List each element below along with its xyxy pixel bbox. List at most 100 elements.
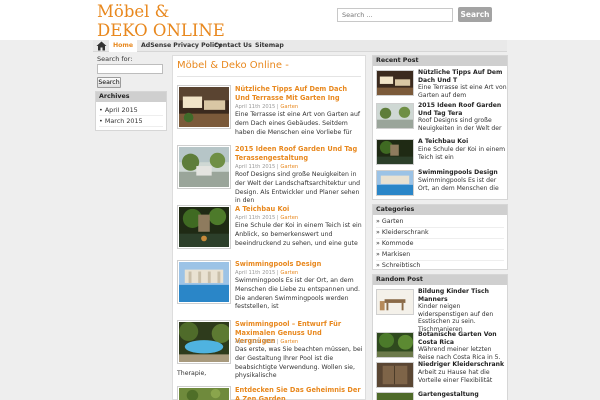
post-date: April 11th 2015	[235, 339, 276, 345]
sidebar-search-button[interactable]: Search	[97, 77, 121, 88]
garden-design-photo	[377, 393, 413, 400]
category-link-kleiderschrank[interactable]: » Kleiderschrank	[376, 228, 504, 239]
random-posts-widget: Random Post Bildung Kinder Tisch Manners…	[372, 274, 508, 400]
random-post-item[interactable]: Botanische Garten Von Costa Rica Während…	[376, 331, 506, 361]
archive-link-march-2015[interactable]: • March 2015	[99, 116, 163, 127]
main-nav: Home AdSense Privacy Policy Contact Us S…	[93, 40, 507, 52]
recent-post-title-link[interactable]: Swimmingpools Design	[418, 169, 506, 177]
categories-widget: Categories » Garten » Kleiderschrank » K…	[372, 204, 508, 272]
post-category-link[interactable]: Garten	[280, 104, 298, 110]
post-date: April 11th 2015	[235, 164, 276, 170]
random-post-thumbnail[interactable]	[376, 392, 414, 400]
recent-post-title-link[interactable]: 2015 Ideen Roof Garden Und Tag Tera	[418, 102, 506, 117]
random-post-item[interactable]: Bildung Kinder Tisch Manners Kinder neig…	[376, 288, 506, 333]
post-date: April 11th 2015	[235, 270, 276, 276]
random-post-title-link[interactable]: Gartengestaltung	[418, 391, 506, 399]
post-title-link[interactable]: 2015 Ideen Roof Garden Und Tag Terasseng…	[235, 145, 363, 162]
archive-label: April 2015	[104, 106, 138, 114]
rooftop-terrace-photo	[179, 87, 229, 127]
post-thumbnail-image[interactable]	[177, 386, 231, 400]
archive-link-april-2015[interactable]: • April 2015	[99, 105, 163, 116]
recent-posts-title: Recent Post	[373, 56, 507, 66]
archives-widget: Archives • April 2015 • March 2015	[95, 91, 167, 131]
post-category-link[interactable]: Garten	[280, 270, 298, 276]
header-search-button[interactable]: Search	[458, 7, 492, 22]
post-thumbnail-image[interactable]	[177, 205, 231, 249]
random-post-title-link[interactable]: Botanische Garten Von Costa Rica	[418, 331, 506, 346]
post-thumbnail-image[interactable]	[177, 320, 231, 364]
site-title[interactable]: Möbel & Deko Online	[97, 2, 257, 40]
post-item: A Teichbau Koi April 11th 2015 | Garten …	[177, 205, 363, 263]
recent-post-thumbnail[interactable]	[376, 103, 414, 129]
post-item: Entdecken Sie Das Geheimnis Der A Zen Ga…	[177, 386, 363, 400]
random-post-item[interactable]: Niedriger Kleiderschrank Arbeit zu Hause…	[376, 361, 506, 391]
nav-item-sitemap[interactable]: Sitemap	[251, 40, 288, 52]
random-post-thumbnail[interactable]	[376, 362, 414, 388]
recent-post-thumbnail[interactable]	[376, 170, 414, 196]
roof-garden-photo	[179, 147, 229, 187]
post-date: April 11th 2015	[235, 104, 276, 110]
post-thumbnail-image[interactable]	[177, 145, 231, 189]
post-item: 2015 Ideen Roof Garden Und Tag Terasseng…	[177, 145, 363, 205]
post-item: Nützliche Tipps Auf Dem Dach Und Terrass…	[177, 85, 363, 143]
koi-pond-photo	[377, 140, 413, 164]
home-icon[interactable]	[96, 41, 107, 51]
recent-post-title-link[interactable]: Nützliche Tipps Auf Dem Dach Und T	[418, 69, 506, 84]
post-meta: April 11th 2015 | Garten	[235, 164, 298, 170]
recent-post-item[interactable]: Swimmingpools Design Swimmingpools Es is…	[376, 169, 506, 199]
random-post-thumbnail[interactable]	[376, 332, 414, 358]
recent-post-thumbnail[interactable]	[376, 70, 414, 96]
random-post-excerpt: Arbeit zu Hause hat die Vorteile einer F…	[418, 369, 493, 384]
random-post-thumbnail[interactable]	[376, 289, 414, 315]
recent-post-thumbnail[interactable]	[376, 139, 414, 165]
category-link-kommode[interactable]: » Kommode	[376, 239, 504, 250]
category-link-garten[interactable]: » Garten	[376, 217, 504, 228]
post-thumbnail-image[interactable]	[177, 85, 231, 129]
recent-posts-widget: Recent Post Nützliche Tipps Auf Dem Dach…	[372, 55, 508, 200]
header-search-input[interactable]	[337, 8, 453, 22]
post-meta: April 11th 2015 | Garten	[235, 104, 298, 110]
recent-post-title-link[interactable]: A Teichbau Koi	[418, 138, 506, 146]
kids-table-photo	[377, 290, 413, 314]
post-meta: April 11th 2015 | Garten	[235, 339, 298, 345]
random-post-title-link[interactable]: Niedriger Kleiderschrank	[418, 361, 506, 369]
site-title-line2: Deko Online	[97, 21, 225, 40]
post-title-link[interactable]: A Teichbau Koi	[235, 205, 363, 214]
post-thumbnail-image[interactable]	[177, 260, 231, 304]
recent-post-item[interactable]: 2015 Ideen Roof Garden Und Tag Tera Roof…	[376, 102, 506, 132]
post-title-link[interactable]: Nützliche Tipps Auf Dem Dach Und Terrass…	[235, 85, 363, 102]
post-meta: April 11th 2015 | Garten	[235, 215, 298, 221]
wardrobe-photo	[377, 363, 413, 387]
post-item: Swimmingpools Design April 11th 2015 | G…	[177, 260, 363, 318]
random-post-excerpt: Während meiner letzten Reise nach Costa …	[418, 346, 501, 361]
random-post-item[interactable]: Gartengestaltung	[376, 391, 506, 400]
category-link-markisen[interactable]: » Markisen	[376, 250, 504, 261]
recent-post-excerpt: Eine Terrasse ist eine Art von Garten au…	[418, 84, 507, 99]
post-category-link[interactable]: Garten	[280, 215, 298, 221]
recent-post-item[interactable]: A Teichbau Koi Eine Schule der Koi in ei…	[376, 138, 506, 168]
category-link-schreibtisch[interactable]: » Schreibtisch	[376, 261, 504, 272]
header: Möbel & Deko Online Search	[0, 0, 600, 40]
post-category-link[interactable]: Garten	[280, 339, 298, 345]
recent-post-item[interactable]: Nützliche Tipps Auf Dem Dach Und T Eine …	[376, 69, 507, 99]
post-excerpt: Roof Designs sind große Neuigkeiten in d…	[235, 171, 360, 205]
botanical-garden-photo	[377, 333, 413, 357]
post-date: April 11th 2015	[235, 215, 276, 221]
roof-garden-photo	[377, 104, 413, 128]
post-excerpt: Das erste, was Sie beachten müssen, bei …	[235, 346, 363, 380]
recent-post-excerpt: Roof Designs sind große Neuigkeiten in d…	[418, 117, 502, 132]
random-post-excerpt: Kinder neigen widerspenstigen auf den Es…	[418, 303, 494, 333]
post-title-link[interactable]: Swimmingpools Design	[235, 260, 363, 269]
random-post-title-link[interactable]: Bildung Kinder Tisch Manners	[418, 288, 506, 303]
categories-title: Categories	[373, 205, 507, 215]
sidebar-search-label: Search for:	[97, 55, 133, 63]
page: Möbel & Deko Online Search Home AdSense …	[0, 0, 600, 400]
rooftop-terrace-photo	[377, 71, 413, 95]
sidebar-search-input[interactable]	[97, 64, 163, 74]
main-content: Möbel & Deko Online - Nützliche Tipps Au…	[172, 55, 366, 400]
page-title: Möbel & Deko Online -	[177, 60, 289, 71]
post-title-link[interactable]: Entdecken Sie Das Geheimnis Der A Zen Ga…	[235, 386, 363, 400]
nav-item-home[interactable]: Home	[109, 40, 138, 52]
nav-item-contact-us[interactable]: Contact Us	[210, 40, 256, 52]
post-category-link[interactable]: Garten	[280, 164, 298, 170]
